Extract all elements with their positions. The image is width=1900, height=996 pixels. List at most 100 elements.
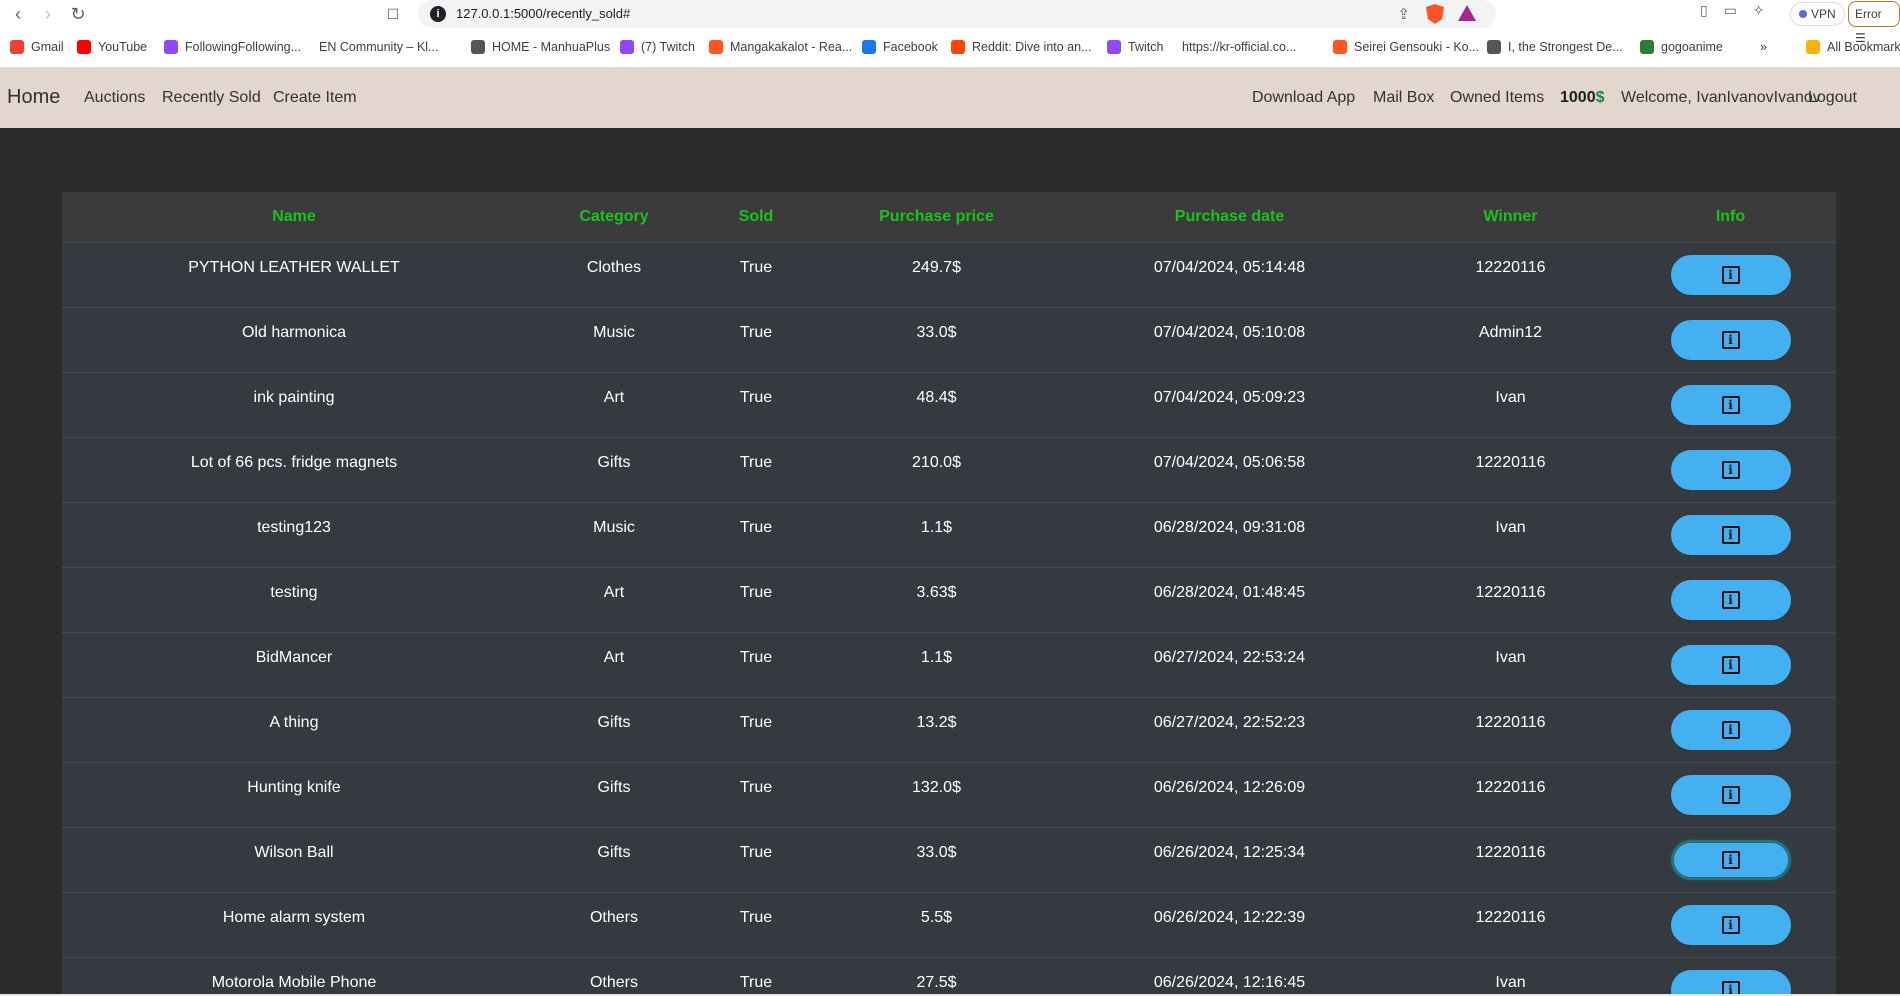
bookmark-item[interactable]: HOME - ManhuaPlus bbox=[471, 40, 610, 54]
cell-name: testing123 bbox=[62, 502, 526, 568]
cell-winner: Admin12 bbox=[1396, 307, 1625, 373]
info-button[interactable]: i bbox=[1670, 579, 1791, 620]
cell-info: i bbox=[1625, 632, 1836, 698]
nav-recently-sold[interactable]: Recently Sold bbox=[162, 89, 261, 107]
header-name: Name bbox=[62, 192, 526, 243]
main-content: Name Category Sold Purchase price Purcha… bbox=[0, 128, 1900, 996]
sidebar-icon[interactable]: ▯ bbox=[1700, 2, 1708, 19]
url-bar[interactable]: i 127.0.0.1:5000/recently_sold# ⇪ bbox=[418, 0, 1496, 28]
table-row: Wilson Ball Gifts True 33.0$ 06/26/2024, 12:… bbox=[62, 827, 1836, 893]
info-button[interactable]: i bbox=[1670, 839, 1791, 880]
cell-price: 1.1$ bbox=[810, 502, 1063, 568]
bookmark-label: EN Community – Kl... bbox=[319, 40, 439, 54]
cell-sold: True bbox=[702, 567, 810, 633]
bookmark-item[interactable]: Reddit: Dive into an... bbox=[951, 40, 1092, 54]
cell-name: Lot of 66 pcs. fridge magnets bbox=[62, 437, 526, 503]
nav-home-brand[interactable]: Home bbox=[7, 86, 60, 109]
info-button[interactable]: i bbox=[1670, 644, 1791, 685]
cell-date: 06/28/2024, 01:48:45 bbox=[1063, 567, 1396, 633]
table-row: Home alarm system Others True 5.5$ 06/26/202… bbox=[62, 892, 1836, 958]
bookmark-icon bbox=[1640, 40, 1654, 54]
cell-winner: Ivan bbox=[1396, 372, 1625, 438]
info-button[interactable]: i bbox=[1670, 709, 1791, 750]
cell-info: i bbox=[1625, 762, 1836, 828]
bookmark-item[interactable]: https://kr-official.co... bbox=[1182, 40, 1296, 54]
bookmark-item[interactable]: Twitch bbox=[1107, 40, 1163, 54]
bookmark-item[interactable]: YouTube bbox=[77, 40, 147, 54]
info-button[interactable]: i bbox=[1670, 319, 1791, 360]
info-button[interactable]: i bbox=[1670, 774, 1791, 815]
bookmark-label: Facebook bbox=[883, 40, 938, 54]
bookmark-icon bbox=[77, 40, 91, 54]
table-row: A thing Gifts True 13.2$ 06/27/2024, 22:52:2… bbox=[62, 697, 1836, 763]
cell-name: PYTHON LEATHER WALLET bbox=[62, 242, 526, 308]
brave-rewards-icon[interactable] bbox=[1458, 5, 1476, 21]
nav-create-item[interactable]: Create Item bbox=[273, 89, 357, 107]
cell-category: Art bbox=[526, 567, 702, 633]
vpn-label: VPN bbox=[1811, 7, 1836, 21]
cell-date: 06/26/2024, 12:25:34 bbox=[1063, 827, 1396, 893]
cell-winner: 12220116 bbox=[1396, 697, 1625, 763]
bookmark-item[interactable]: I, the Strongest De... bbox=[1487, 40, 1623, 54]
cell-sold: True bbox=[702, 762, 810, 828]
info-button[interactable]: i bbox=[1670, 904, 1791, 945]
welcome-text: Welcome, IvanIvanovIvanov bbox=[1621, 89, 1821, 106]
table-row: testing Art True 3.63$ 06/28/2024, 01:48:45 1… bbox=[62, 567, 1836, 633]
brave-shields-icon[interactable] bbox=[1426, 4, 1444, 24]
nav-logout[interactable]: Logout bbox=[1808, 89, 1857, 107]
bookmark-icon bbox=[709, 40, 723, 54]
cell-date: 06/27/2024, 22:52:23 bbox=[1063, 697, 1396, 763]
bookmark-item[interactable]: EN Community – Kl... bbox=[319, 40, 438, 54]
nav-owned-items[interactable]: Owned Items bbox=[1450, 89, 1544, 107]
info-button[interactable]: i bbox=[1670, 449, 1791, 490]
cell-category: Art bbox=[526, 632, 702, 698]
nav-mail-box[interactable]: Mail Box bbox=[1373, 89, 1434, 107]
cell-category: Others bbox=[526, 957, 702, 996]
leo-icon[interactable]: ✧ bbox=[1753, 2, 1765, 19]
cell-date: 06/28/2024, 09:31:08 bbox=[1063, 502, 1396, 568]
info-button[interactable]: i bbox=[1670, 254, 1791, 295]
bookmark-icon bbox=[620, 40, 634, 54]
forward-icon[interactable]: › bbox=[36, 2, 60, 26]
nav-download-app[interactable]: Download App bbox=[1252, 89, 1355, 107]
cell-winner: 12220116 bbox=[1396, 827, 1625, 893]
bookmark-item[interactable]: FollowingFollowing... bbox=[164, 40, 301, 54]
bookmark-item[interactable]: Seirei Gensouki - Ko... bbox=[1333, 40, 1479, 54]
bookmark-item[interactable]: Gmail bbox=[10, 40, 64, 54]
nav-auctions[interactable]: Auctions bbox=[84, 89, 145, 107]
cell-category: Others bbox=[526, 892, 702, 958]
error-button[interactable]: Error ☰ bbox=[1848, 1, 1900, 45]
info-button[interactable]: i bbox=[1670, 514, 1791, 555]
bookmark-item[interactable]: » bbox=[1760, 40, 1767, 54]
cell-name: Hunting knife bbox=[62, 762, 526, 828]
info-button[interactable]: i bbox=[1670, 384, 1791, 425]
bookmark-item[interactable]: Facebook bbox=[862, 40, 938, 54]
table-row: PYTHON LEATHER WALLET Clothes True 249.7$ 07… bbox=[62, 242, 1836, 308]
info-icon: i bbox=[1721, 525, 1740, 544]
url-text[interactable]: 127.0.0.1:5000/recently_sold# bbox=[456, 6, 630, 21]
bookmark-icon bbox=[1806, 40, 1820, 54]
table-row: Old harmonica Music True 33.0$ 07/04/2024, 0… bbox=[62, 307, 1836, 373]
header-purchase-price: Purchase price bbox=[810, 192, 1063, 243]
bookmark-item[interactable]: All Bookmarks bbox=[1806, 40, 1900, 54]
bookmark-page-icon[interactable]: ☐ bbox=[381, 2, 405, 26]
table-row: Lot of 66 pcs. fridge magnets Gifts True 21… bbox=[62, 437, 1836, 503]
back-icon[interactable]: ‹ bbox=[6, 2, 30, 26]
cell-winner: 12220116 bbox=[1396, 892, 1625, 958]
cell-date: 07/04/2024, 05:14:48 bbox=[1063, 242, 1396, 308]
bookmark-item[interactable]: Mangakakalot - Rea... bbox=[709, 40, 852, 54]
bookmark-label: I, the Strongest De... bbox=[1508, 40, 1623, 54]
site-info-icon[interactable]: i bbox=[430, 6, 446, 22]
vpn-button[interactable]: VPN bbox=[1790, 2, 1845, 26]
info-button[interactable]: i bbox=[1670, 969, 1791, 996]
bookmark-label: » bbox=[1760, 40, 1767, 54]
info-icon: i bbox=[1721, 720, 1740, 739]
bookmark-item[interactable]: (7) Twitch bbox=[620, 40, 695, 54]
bookmark-item[interactable]: gogoanime bbox=[1640, 40, 1723, 54]
wallet-icon[interactable]: ▭ bbox=[1724, 2, 1737, 19]
bookmark-label: gogoanime bbox=[1661, 40, 1723, 54]
cell-category: Clothes bbox=[526, 242, 702, 308]
cell-price: 13.2$ bbox=[810, 697, 1063, 763]
reload-icon[interactable]: ↻ bbox=[66, 2, 90, 26]
share-icon[interactable]: ⇪ bbox=[1397, 5, 1410, 23]
